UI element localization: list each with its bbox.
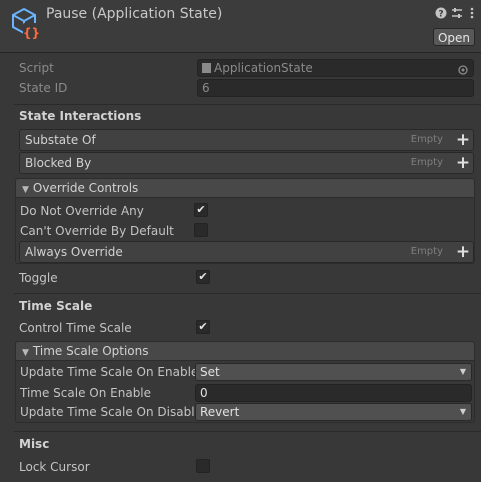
misc-title: Misc (19, 437, 50, 451)
cant-override-by-default-label: Can't Override By Default (20, 224, 174, 238)
update-on-enable-label: Update Time Scale On Enable (20, 365, 199, 379)
state-id-field: 6 (197, 79, 474, 97)
section-divider (14, 293, 481, 294)
section-divider (14, 104, 481, 105)
blocked-by-list[interactable]: Blocked By Empty + (19, 152, 474, 174)
always-override-list[interactable]: Always Override Empty + (19, 241, 474, 263)
time-scale-on-enable-label: Time Scale On Enable (20, 386, 152, 400)
script-file-icon (202, 63, 211, 73)
add-blocked-by-button[interactable]: + (453, 153, 473, 173)
blocked-by-label: Blocked By (25, 156, 92, 170)
update-on-enable-dropdown[interactable]: Set ▼ (195, 363, 472, 381)
substate-of-list[interactable]: Substate Of Empty + (19, 129, 474, 151)
state-id-label: State ID (19, 81, 68, 95)
add-always-override-button[interactable]: + (453, 242, 473, 262)
foldout-triangle-icon: ▼ (22, 185, 29, 195)
script-label: Script (19, 61, 54, 75)
control-time-scale-label: Control Time Scale (19, 321, 132, 335)
toggle-label: Toggle (19, 271, 58, 285)
update-on-disable-dropdown[interactable]: Revert ▼ (195, 403, 472, 421)
chevron-down-icon: ▼ (459, 407, 466, 416)
time-scale-title: Time Scale (19, 299, 93, 313)
script-field: ApplicationState (197, 59, 474, 77)
foldout-triangle-icon: ▼ (22, 348, 29, 358)
update-on-enable-value: Set (200, 365, 220, 379)
svg-text:{}: {} (23, 26, 40, 40)
preset-sliders-icon[interactable] (451, 7, 463, 19)
cube-script-icon: {} (10, 7, 42, 41)
update-on-disable-value: Revert (200, 405, 240, 419)
override-controls-foldout[interactable]: ▼ Override Controls (15, 178, 475, 198)
section-divider (14, 431, 481, 432)
always-override-empty: Empty (410, 246, 443, 257)
override-controls-title: Override Controls (32, 181, 139, 195)
svg-text:?: ? (438, 10, 443, 20)
open-button[interactable]: Open (433, 28, 475, 46)
cant-override-by-default-checkbox[interactable] (194, 223, 208, 237)
control-time-scale-checkbox[interactable]: ✔ (196, 320, 210, 334)
inspector-title: Pause (Application State) (46, 6, 223, 22)
time-scale-options-foldout[interactable]: ▼ Time Scale Options (15, 341, 475, 361)
help-icon[interactable]: ? (435, 7, 447, 20)
kebab-menu-icon[interactable] (466, 7, 478, 19)
substate-of-label: Substate Of (25, 133, 96, 147)
lock-cursor-label: Lock Cursor (19, 460, 90, 474)
always-override-label: Always Override (25, 245, 123, 259)
substate-of-empty: Empty (410, 134, 443, 145)
inspector-header: {} Pause (Application State) ? Open (0, 0, 481, 53)
toggle-checkbox[interactable]: ✔ (196, 270, 210, 284)
blocked-by-empty: Empty (410, 157, 443, 168)
update-on-disable-label: Update Time Scale On Disable (20, 405, 202, 419)
script-value: ApplicationState (214, 61, 313, 75)
time-scale-options-title: Time Scale Options (32, 344, 149, 358)
lock-cursor-checkbox[interactable] (196, 459, 210, 473)
do-not-override-any-label: Do Not Override Any (20, 204, 144, 218)
add-substate-button[interactable]: + (453, 130, 473, 150)
chevron-down-icon: ▼ (459, 367, 466, 376)
object-picker-icon[interactable] (458, 63, 468, 75)
state-interactions-title: State Interactions (19, 109, 142, 123)
do-not-override-any-checkbox[interactable]: ✔ (194, 203, 208, 217)
time-scale-on-enable-input[interactable]: 0 (195, 384, 472, 402)
